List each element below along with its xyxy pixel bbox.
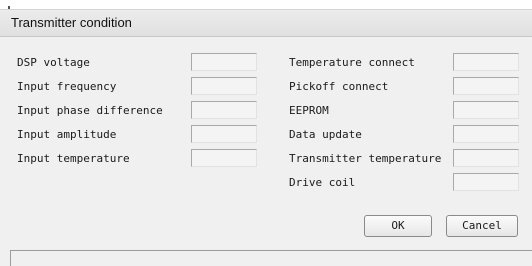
input-temperature-field — [191, 149, 257, 167]
status-divider-left — [10, 250, 11, 266]
drive-coil-field — [453, 173, 519, 191]
pickoff-connect-field — [453, 77, 519, 95]
label-temperature-connect: Temperature connect — [289, 56, 415, 69]
cancel-button[interactable]: Cancel — [446, 215, 518, 237]
data-update-field — [453, 125, 519, 143]
input-phase-difference-field — [191, 101, 257, 119]
dsp-voltage-field — [191, 53, 257, 71]
label-input-frequency: Input frequency — [17, 80, 117, 93]
label-data-update: Data update — [289, 128, 362, 141]
label-input-amplitude: Input amplitude — [17, 128, 117, 141]
label-eeprom: EEPROM — [289, 104, 329, 117]
title-bar[interactable]: Transmitter condition — [0, 9, 532, 37]
ok-button[interactable]: OK — [364, 215, 432, 237]
label-input-phase-difference: Input phase difference — [17, 104, 163, 117]
label-transmitter-temperature: Transmitter temperature — [289, 152, 442, 165]
status-divider — [10, 250, 532, 251]
temperature-connect-field — [453, 53, 519, 71]
label-dsp-voltage: DSP voltage — [17, 56, 90, 69]
input-amplitude-field — [191, 125, 257, 143]
label-input-temperature: Input temperature — [17, 152, 130, 165]
dialog-title: Transmitter condition — [11, 15, 132, 30]
label-pickoff-connect: Pickoff connect — [289, 80, 389, 93]
transmitter-temperature-field — [453, 149, 519, 167]
label-drive-coil: Drive coil — [289, 176, 356, 189]
transmitter-condition-dialog: Transmitter condition DSP voltage Input … — [0, 0, 532, 266]
input-frequency-field — [191, 77, 257, 95]
top-strip — [0, 0, 532, 9]
eeprom-field — [453, 101, 519, 119]
